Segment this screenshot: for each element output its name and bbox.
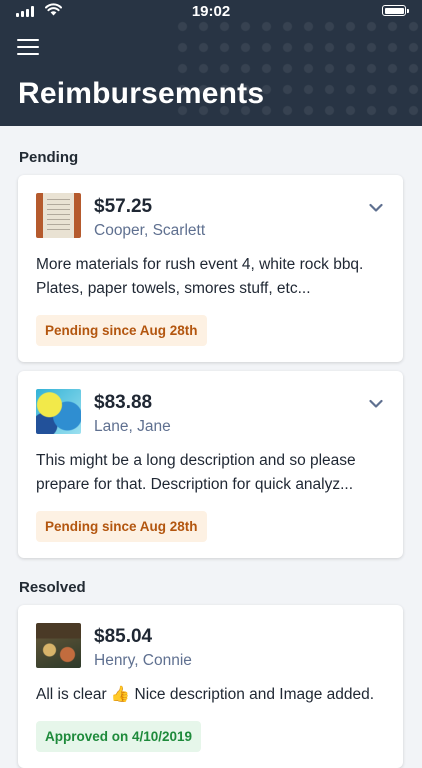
page-title: Reimbursements — [18, 77, 265, 110]
status-bar: 19:02 — [0, 0, 422, 24]
painting-thumbnail[interactable] — [36, 389, 81, 434]
status-badge: Pending since Aug 28th — [36, 511, 207, 542]
status-badge: Pending since Aug 28th — [36, 315, 207, 346]
requester-name: Cooper, Scarlett — [94, 222, 206, 239]
description: All is clear 👍 Nice description and Imag… — [36, 686, 375, 703]
battery-icon — [382, 5, 409, 16]
amount: $57.25 — [94, 196, 153, 217]
chevron-down-icon[interactable] — [369, 399, 383, 409]
description: This might be a long description and so … — [36, 452, 356, 493]
receipt-thumbnail[interactable] — [36, 193, 81, 238]
requester-name: Lane, Jane — [94, 418, 171, 435]
requester-name: Henry, Connie — [94, 652, 192, 669]
app-header: 19:02 Reimbursements — [0, 0, 422, 126]
restaurant-thumbnail[interactable] — [36, 623, 81, 668]
reimbursement-card[interactable]: $83.88 Lane, Jane This might be a long d… — [18, 371, 403, 558]
reimbursement-card[interactable]: $85.04 Henry, Connie All is clear 👍 Nice… — [18, 605, 403, 768]
status-badge: Approved on 4/10/2019 — [36, 721, 202, 752]
hamburger-menu-icon[interactable] — [17, 39, 39, 56]
section-header-resolved: Resolved — [19, 579, 86, 596]
amount: $85.04 — [94, 626, 153, 647]
status-time: 19:02 — [191, 3, 231, 20]
reimbursement-card[interactable]: $57.25 Cooper, Scarlett More materials f… — [18, 175, 403, 362]
chevron-down-icon[interactable] — [369, 203, 383, 213]
amount: $83.88 — [94, 392, 153, 413]
description: More materials for rush event 4, white r… — [36, 256, 364, 297]
section-header-pending: Pending — [19, 149, 79, 166]
